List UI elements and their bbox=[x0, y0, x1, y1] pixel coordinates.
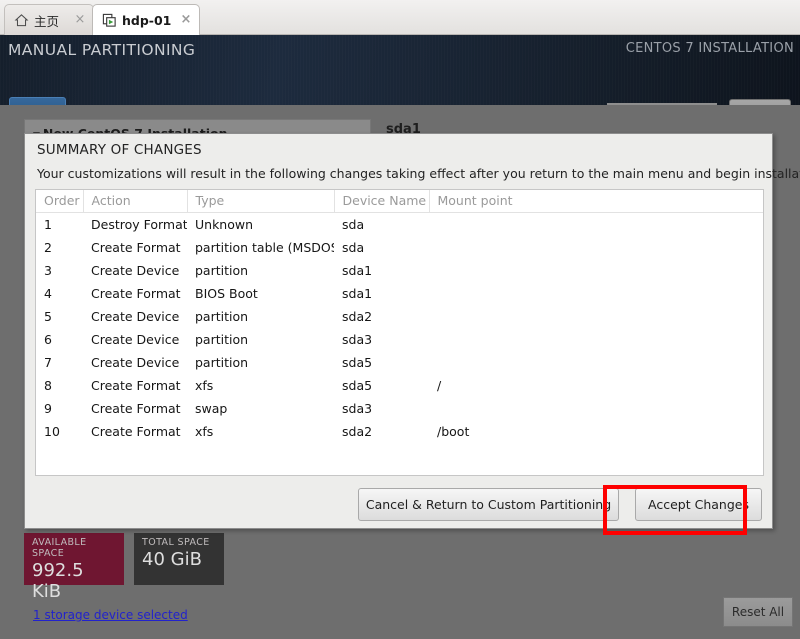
cell-order: 8 bbox=[44, 377, 52, 393]
tab-strip: 主页 × hdp-01 × bbox=[0, 0, 800, 35]
cell-type: partition bbox=[195, 354, 249, 370]
cell-device: sda2 bbox=[342, 423, 373, 439]
screen-root: 主页 × hdp-01 × MANUAL PARTITIONING CENTOS… bbox=[0, 0, 800, 639]
cell-type: xfs bbox=[195, 423, 214, 439]
cell-device: sda5 bbox=[342, 377, 373, 393]
cell-order: 1 bbox=[44, 216, 52, 232]
installer-header: MANUAL PARTITIONING CENTOS 7 INSTALLATIO… bbox=[0, 35, 800, 105]
cell-device: sda5 bbox=[342, 354, 373, 370]
cell-action: Destroy Format bbox=[91, 216, 187, 232]
cell-action: Create Format bbox=[91, 239, 181, 255]
cell-order: 7 bbox=[44, 354, 52, 370]
column-header-order[interactable]: Order bbox=[36, 190, 84, 213]
column-header-mount[interactable]: Mount point bbox=[429, 190, 763, 213]
cell-type: partition bbox=[195, 331, 249, 347]
column-header-device[interactable]: Device Name bbox=[334, 190, 430, 213]
table-row[interactable]: 3 Create Device partition sda1 bbox=[36, 259, 763, 282]
cell-action: Create Device bbox=[91, 354, 180, 370]
tab-hdp-01-label: hdp-01 bbox=[122, 12, 172, 28]
product-name: CENTOS 7 INSTALLATION bbox=[625, 41, 794, 56]
cell-type: Unknown bbox=[195, 216, 254, 232]
cell-mount bbox=[429, 282, 763, 305]
cell-device: sda2 bbox=[342, 308, 373, 324]
accept-changes-button[interactable]: Accept Changes bbox=[635, 488, 762, 521]
cell-order: 9 bbox=[44, 400, 52, 416]
cell-action: Create Format bbox=[91, 377, 181, 393]
cell-device: sda bbox=[342, 216, 365, 232]
page-title: MANUAL PARTITIONING bbox=[8, 41, 196, 59]
home-icon bbox=[14, 13, 29, 28]
cell-mount bbox=[429, 259, 763, 282]
done-button[interactable]: Done bbox=[9, 97, 66, 105]
dialog-description: Your customizations will result in the f… bbox=[37, 166, 800, 181]
changes-table-container: Order Action Type Device Name Mount poin… bbox=[35, 189, 764, 476]
cell-type: xfs bbox=[195, 377, 214, 393]
table-row[interactable]: 10 Create Format xfs sda2/boot bbox=[36, 420, 763, 443]
available-space-value: 992.5 KiB bbox=[32, 560, 84, 602]
table-row[interactable]: 8 Create Format xfs sda5 / bbox=[36, 374, 763, 397]
cell-action: Create Device bbox=[91, 308, 180, 324]
table-header-row: Order Action Type Device Name Mount poin… bbox=[36, 190, 763, 213]
cell-type: partition bbox=[195, 262, 249, 278]
dialog-title: SUMMARY OF CHANGES bbox=[37, 142, 202, 158]
vm-console-icon bbox=[102, 13, 117, 28]
tab-hdp-01-close-icon[interactable]: × bbox=[179, 13, 193, 27]
changes-table-body: 1 Destroy Format Unknown sda 2 Create Format p… bbox=[36, 213, 763, 443]
cell-action: Create Device bbox=[91, 262, 180, 278]
table-row[interactable]: 5 Create Device partition sda2 bbox=[36, 305, 763, 328]
cell-device: sda1 bbox=[342, 262, 373, 278]
cell-device: sda bbox=[342, 239, 365, 255]
cancel-return-button[interactable]: Cancel & Return to Custom Partitioning bbox=[358, 488, 619, 521]
storage-device-selected-link[interactable]: 1 storage device selected bbox=[33, 608, 188, 622]
cell-order: 6 bbox=[44, 331, 52, 347]
tab-home-close-icon[interactable]: × bbox=[73, 13, 87, 27]
available-space-box: AVAILABLE SPACE 992.5 KiB bbox=[24, 533, 124, 602]
cell-mount bbox=[429, 213, 763, 236]
dialog-button-row: Cancel & Return to Custom Partitioning A… bbox=[25, 482, 774, 530]
cell-action: Create Format bbox=[91, 423, 181, 439]
summary-of-changes-dialog: SUMMARY OF CHANGES Your customizations w… bbox=[24, 133, 800, 530]
cell-action: Create Format bbox=[91, 285, 181, 301]
table-row[interactable]: 1 Destroy Format Unknown sda bbox=[36, 213, 763, 236]
cell-action: Create Device bbox=[91, 331, 180, 347]
cell-type: partition bbox=[195, 308, 249, 324]
tab-home-label: 主页 bbox=[34, 13, 60, 29]
table-row[interactable]: 9 Create Format swap sda3 bbox=[36, 397, 763, 420]
reset-all-button[interactable]: Reset All bbox=[723, 597, 793, 627]
column-header-action[interactable]: Action bbox=[83, 190, 188, 213]
cell-type: BIOS Boot bbox=[195, 285, 258, 301]
cell-order: 10 bbox=[44, 423, 60, 439]
total-space-value: 40 GiB bbox=[142, 549, 202, 570]
cell-mount bbox=[429, 305, 763, 328]
table-row[interactable]: 4 Create Format BIOS Boot sda1 bbox=[36, 282, 763, 305]
cell-mount bbox=[429, 236, 763, 259]
cell-mount bbox=[429, 351, 763, 374]
cell-device: sda1 bbox=[342, 285, 373, 301]
tab-hdp-01[interactable]: hdp-01 × bbox=[92, 4, 200, 35]
cell-type: partition table (MSDOS) bbox=[195, 239, 334, 255]
tab-home[interactable]: 主页 × bbox=[4, 4, 94, 35]
table-row[interactable]: 6 Create Device partition sda3 bbox=[36, 328, 763, 351]
cell-order: 4 bbox=[44, 285, 52, 301]
available-space-caption: AVAILABLE SPACE bbox=[32, 537, 87, 559]
cell-order: 3 bbox=[44, 262, 52, 278]
cell-device: sda3 bbox=[342, 331, 373, 347]
changes-table-head: Order Action Type Device Name Mount poin… bbox=[36, 190, 763, 213]
cell-mount: / bbox=[437, 377, 442, 393]
table-row[interactable]: 2 Create Format partition table (MSDOS) sda bbox=[36, 236, 763, 259]
cell-action: Create Format bbox=[91, 400, 181, 416]
total-space-caption: TOTAL SPACE bbox=[142, 537, 210, 548]
changes-table: Order Action Type Device Name Mount poin… bbox=[36, 190, 763, 443]
cell-device: sda3 bbox=[342, 400, 373, 416]
total-space-box: TOTAL SPACE 40 GiB bbox=[134, 533, 224, 585]
cell-mount bbox=[429, 397, 763, 420]
cell-order: 2 bbox=[44, 239, 52, 255]
column-header-type[interactable]: Type bbox=[187, 190, 335, 213]
cell-type: swap bbox=[195, 400, 228, 416]
cell-order: 5 bbox=[44, 308, 52, 324]
table-row[interactable]: 7 Create Device partition sda5 bbox=[36, 351, 763, 374]
cell-mount bbox=[429, 328, 763, 351]
cell-mount: /boot bbox=[437, 423, 470, 439]
